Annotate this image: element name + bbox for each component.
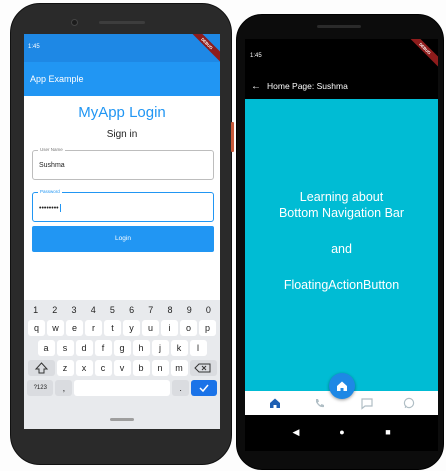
body-text-heading: Learning about Bottom Navigation Bar xyxy=(245,189,438,221)
key-m[interactable]: m xyxy=(170,360,188,376)
app-bar-title: Home Page: Sushma xyxy=(267,81,348,91)
key-j[interactable]: j xyxy=(151,340,169,356)
key-s[interactable]: s xyxy=(56,340,74,356)
earpiece-speaker xyxy=(317,25,361,28)
phone-icon[interactable] xyxy=(311,396,327,410)
power-button xyxy=(231,122,234,152)
front-camera xyxy=(71,19,78,26)
password-label: Password xyxy=(38,189,62,194)
body-line-1: Learning about xyxy=(299,190,384,204)
login-title: MyApp Login xyxy=(78,104,166,121)
key-h[interactable]: h xyxy=(132,340,150,356)
key-y[interactable]: y xyxy=(123,320,140,336)
key-k[interactable]: k xyxy=(170,340,188,356)
key-9[interactable]: 9 xyxy=(180,304,199,316)
screenshot-stage: 1:45 DEBUG App Example MyApp Login Sign … xyxy=(0,0,446,471)
username-value: Sushma xyxy=(39,162,65,169)
home-icon xyxy=(337,381,347,391)
key-u[interactable]: u xyxy=(142,320,159,336)
login-button[interactable]: Login xyxy=(32,226,214,252)
key-4[interactable]: 4 xyxy=(84,304,103,316)
key-f[interactable]: f xyxy=(94,340,112,356)
key-8[interactable]: 8 xyxy=(160,304,179,316)
key-a[interactable]: a xyxy=(37,340,55,356)
gesture-handle[interactable] xyxy=(110,418,134,421)
status-time: 1:45 xyxy=(250,53,262,59)
key-c[interactable]: c xyxy=(94,360,112,376)
keyboard-row-2: asdfghjkl xyxy=(26,340,218,356)
username-field[interactable]: User Name Sushma xyxy=(32,147,214,180)
phone-home: 1:45 DEBUG ← Home Page: Sushma Learning … xyxy=(236,14,444,470)
keyboard-row-bottom: ?123 , . xyxy=(26,380,218,396)
home-icon[interactable] xyxy=(267,396,283,410)
key-o[interactable]: o xyxy=(180,320,197,336)
key-e[interactable]: e xyxy=(66,320,83,336)
key-x[interactable]: x xyxy=(75,360,93,376)
earpiece-speaker xyxy=(99,21,145,24)
soft-keyboard: 1234567890 qwertyuiop asdfghjkl zxcvbnm … xyxy=(24,300,220,410)
key-q[interactable]: q xyxy=(28,320,45,336)
floating-action-button[interactable] xyxy=(329,373,355,399)
password-field[interactable]: Password •••••••• xyxy=(32,189,214,222)
key-i[interactable]: i xyxy=(161,320,178,336)
key-b[interactable]: b xyxy=(132,360,150,376)
key-l[interactable]: l xyxy=(189,340,207,356)
key-d[interactable]: d xyxy=(75,340,93,356)
recents-square-icon[interactable]: ■ xyxy=(381,427,395,437)
back-triangle-icon[interactable]: ◀ xyxy=(289,427,303,438)
key-7[interactable]: 7 xyxy=(141,304,160,316)
username-label: User Name xyxy=(38,147,65,152)
keyboard-row-3: zxcvbnm xyxy=(26,360,218,376)
whatsapp-icon[interactable] xyxy=(401,396,417,410)
key-3[interactable]: 3 xyxy=(64,304,83,316)
text-cursor xyxy=(59,204,61,212)
backspace-icon xyxy=(193,363,210,373)
key-1[interactable]: 1 xyxy=(26,304,45,316)
done-key[interactable] xyxy=(190,380,217,396)
debug-banner: DEBUG xyxy=(398,39,438,79)
key-g[interactable]: g xyxy=(113,340,131,356)
key-t[interactable]: t xyxy=(104,320,121,336)
period-key[interactable]: . xyxy=(172,380,189,396)
key-n[interactable]: n xyxy=(151,360,169,376)
back-arrow-icon[interactable]: ← xyxy=(245,81,267,92)
key-0[interactable]: 0 xyxy=(199,304,218,316)
body-line-3: and xyxy=(331,242,352,256)
key-2[interactable]: 2 xyxy=(45,304,64,316)
gesture-nav-bar xyxy=(24,410,220,429)
status-time: 1:45 xyxy=(28,44,40,50)
system-nav-bar: ◀ ● ■ xyxy=(245,415,438,451)
key-6[interactable]: 6 xyxy=(122,304,141,316)
chat-icon[interactable] xyxy=(359,396,375,410)
sign-in-subtitle: Sign in xyxy=(106,129,138,140)
key-p[interactable]: p xyxy=(199,320,216,336)
home-screen: 1:45 DEBUG ← Home Page: Sushma Learning … xyxy=(245,39,438,451)
debug-banner: DEBUG xyxy=(180,34,220,74)
password-value: •••••••• xyxy=(39,204,59,212)
key-v[interactable]: v xyxy=(113,360,131,376)
keyboard-number-row: 1234567890 xyxy=(26,304,218,316)
key-5[interactable]: 5 xyxy=(103,304,122,316)
backspace-key[interactable] xyxy=(189,360,217,376)
comma-key[interactable]: , xyxy=(55,380,73,396)
body-line-4: FloatingActionButton xyxy=(283,278,400,292)
key-z[interactable]: z xyxy=(56,360,74,376)
space-key[interactable] xyxy=(74,380,171,396)
symbols-key[interactable]: ?123 xyxy=(27,380,54,396)
key-w[interactable]: w xyxy=(47,320,64,336)
shift-key[interactable] xyxy=(27,360,55,376)
app-bar-title: App Example xyxy=(30,74,84,84)
login-screen: 1:45 DEBUG App Example MyApp Login Sign … xyxy=(24,34,220,429)
home-circle-icon[interactable]: ● xyxy=(335,427,349,437)
phone-login: 1:45 DEBUG App Example MyApp Login Sign … xyxy=(10,3,234,465)
key-r[interactable]: r xyxy=(85,320,102,336)
keyboard-row-1: qwertyuiop xyxy=(26,320,218,336)
check-icon xyxy=(199,384,209,393)
shift-icon xyxy=(34,362,48,374)
body-line-2: Bottom Navigation Bar xyxy=(278,206,405,220)
